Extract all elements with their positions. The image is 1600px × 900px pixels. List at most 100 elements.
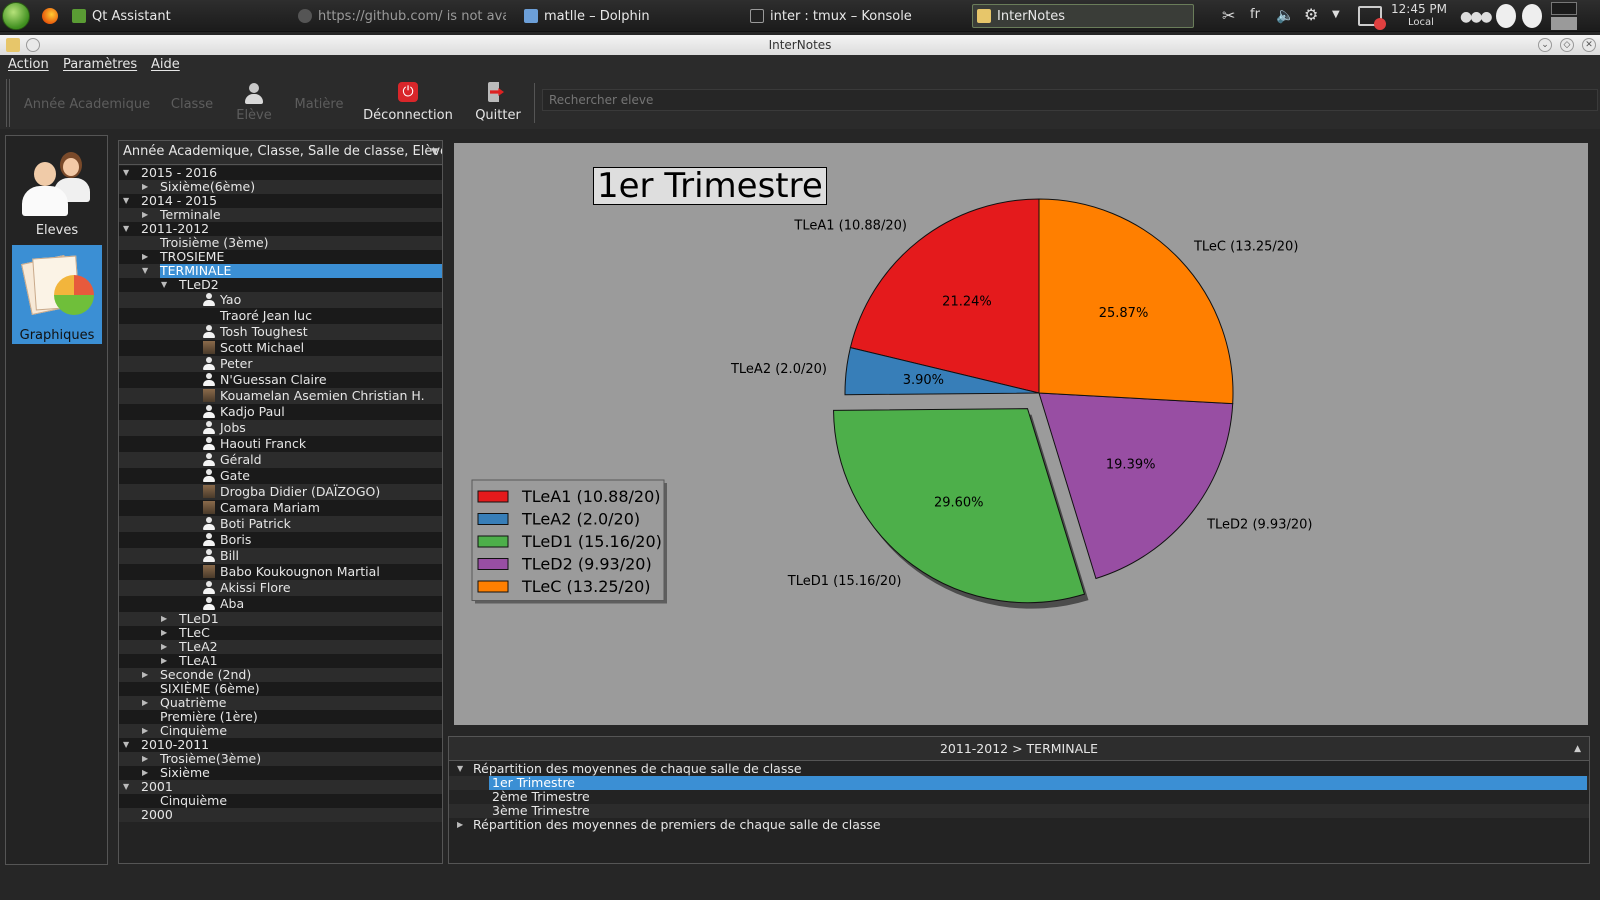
tree-row[interactable]: Scott Michael <box>119 340 442 356</box>
collapsed-arrow-icon[interactable]: ▶ <box>161 626 167 640</box>
menu-aide[interactable]: Aide <box>151 57 180 72</box>
volume-icon[interactable]: 🔈 <box>1276 6 1295 24</box>
chevron-down-icon[interactable]: ▼ <box>1332 9 1340 20</box>
task-github[interactable]: https://github.com/ is not avai <box>298 4 506 28</box>
tree-row[interactable]: ▶ Terminale <box>119 208 442 222</box>
expanded-arrow-icon[interactable]: ▼ <box>123 166 129 180</box>
nav-eleves[interactable]: Eleves <box>12 148 102 240</box>
collapsed-arrow-icon[interactable]: ▶ <box>142 696 148 710</box>
nav-graphiques[interactable]: Graphiques <box>12 245 102 344</box>
window-menu-icon[interactable] <box>6 38 20 52</box>
tree-row[interactable]: Aba <box>119 596 442 612</box>
collapsed-arrow-icon[interactable]: ▶ <box>161 612 167 626</box>
expanded-arrow-icon[interactable]: ▼ <box>123 194 129 208</box>
tree-row[interactable]: Jobs <box>119 420 442 436</box>
eleve-button[interactable]: Elève <box>226 77 282 129</box>
tree-row[interactable]: 2000 <box>119 808 442 822</box>
tree-row[interactable]: Boti Patrick <box>119 516 442 532</box>
tree-row[interactable]: Gérald <box>119 452 442 468</box>
collapsed-arrow-icon[interactable]: ▶ <box>142 724 148 738</box>
desktop-1[interactable] <box>1551 2 1577 15</box>
tree-row[interactable]: ▶ Quatrième <box>119 696 442 710</box>
app-launcher-icon[interactable] <box>2 2 30 30</box>
pin-icon[interactable] <box>26 38 40 52</box>
tree-row[interactable]: ▼ 2014 - 2015 <box>119 194 442 208</box>
close-icon[interactable]: ✕ <box>1582 38 1596 52</box>
tree-row[interactable]: Camara Mariam <box>119 500 442 516</box>
tree-row[interactable]: Kouamelan Asemien Christian H. <box>119 388 442 404</box>
tree-row[interactable]: N'Guessan Claire <box>119 372 442 388</box>
tree-row[interactable]: Première (1ère) <box>119 710 442 724</box>
tree-row[interactable]: Cinquième <box>119 794 442 808</box>
tree-row[interactable]: ▶ Sixième <box>119 766 442 780</box>
expanded-arrow-icon[interactable]: ▼ <box>161 278 167 292</box>
toggle-icon[interactable] <box>1496 4 1516 28</box>
tree-row[interactable]: SIXIÈME (6ème) <box>119 682 442 696</box>
tree-row[interactable]: Haouti Franck <box>119 436 442 452</box>
desktop-pager[interactable] <box>1551 2 1577 30</box>
deconnexion-button[interactable]: ⏻ Déconnection <box>356 77 460 129</box>
tree-row[interactable]: Akissi Flore <box>119 580 442 596</box>
task-qt-assistant[interactable]: Qt Assistant <box>72 4 282 28</box>
annee-academique-button[interactable]: Année Academique <box>20 77 154 129</box>
tree-row[interactable]: ▶ Sixième(6ème) <box>119 180 442 194</box>
menu-parametres[interactable]: Paramètres <box>63 57 137 72</box>
tree-row[interactable]: Gate <box>119 468 442 484</box>
tree-row[interactable]: ▶ Seconde (2nd) <box>119 668 442 682</box>
tree-row[interactable]: ▼ 2010-2011 <box>119 738 442 752</box>
tree-row[interactable]: ▶ Cinquième <box>119 724 442 738</box>
tree-row[interactable]: Kadjo Paul <box>119 404 442 420</box>
firefox-icon[interactable] <box>42 8 58 24</box>
tree-row[interactable]: ▶ Trosième(3ème) <box>119 752 442 766</box>
keyboard-layout-indicator[interactable]: fr <box>1250 7 1260 22</box>
graph-group-repartition-moyennes[interactable]: ▼ Répartition des moyennes de chaque sal… <box>449 762 1589 776</box>
network-icon[interactable]: ✂ <box>1222 6 1235 25</box>
collapsed-arrow-icon[interactable]: ▶ <box>142 180 148 194</box>
graph-item-2eme-trimestre[interactable]: 2ème Trimestre <box>449 790 1589 804</box>
classe-button[interactable]: Classe <box>164 77 220 129</box>
tree-row[interactable]: ▼ TERMINALE <box>119 264 442 278</box>
tree-row[interactable]: ▶ TLeD1 <box>119 612 442 626</box>
collapsed-arrow-icon[interactable]: ▶ <box>142 208 148 222</box>
collapsed-arrow-icon[interactable]: ▶ <box>142 668 148 682</box>
tree-row[interactable]: ▶ TLeA1 <box>119 654 442 668</box>
tree-row[interactable]: ▶ TLeA2 <box>119 640 442 654</box>
clock-time[interactable]: 12:45 PM <box>1391 2 1447 16</box>
toolbar-handle[interactable] <box>6 79 10 127</box>
tree-row[interactable]: ▼ 2011-2012 <box>119 222 442 236</box>
desktop-2[interactable] <box>1551 17 1577 30</box>
quitter-button[interactable]: Quitter <box>466 77 530 129</box>
expanded-arrow-icon[interactable]: ▼ <box>123 738 129 752</box>
collapsed-arrow-icon[interactable]: ▶ <box>142 752 148 766</box>
tree-row[interactable]: ▼ 2015 - 2016 <box>119 166 442 180</box>
collapsed-arrow-icon[interactable]: ▶ <box>142 250 148 264</box>
graph-item-3eme-trimestre[interactable]: 3ème Trimestre <box>449 804 1589 818</box>
tree-row[interactable]: Bill <box>119 548 442 564</box>
graph-list-header[interactable]: 2011-2012 > TERMINALE ▲ <box>449 737 1589 761</box>
tree-row[interactable]: ▶ TLeC <box>119 626 442 640</box>
task-internotes[interactable]: InterNotes <box>972 4 1194 28</box>
search-input[interactable] <box>542 89 1598 111</box>
tree-row[interactable]: Peter <box>119 356 442 372</box>
battery-icon[interactable] <box>1358 6 1386 30</box>
expanded-arrow-icon[interactable]: ▼ <box>123 780 129 794</box>
tree-row[interactable]: Tosh Toughest <box>119 324 442 340</box>
tree-row[interactable]: Troisième (3ème) <box>119 236 442 250</box>
matiere-button[interactable]: Matière <box>288 77 350 129</box>
minimize-icon[interactable]: ⌄ <box>1538 38 1552 52</box>
tree-row[interactable]: Drogba Didier (DAÏZOGO) <box>119 484 442 500</box>
maximize-icon[interactable]: ◇ <box>1560 38 1574 52</box>
graph-group-repartition-premiers[interactable]: ▶ Répartition des moyennes de premiers d… <box>449 818 1589 832</box>
tree-row[interactable]: ▼ TLeD2 <box>119 278 442 292</box>
collapsed-arrow-icon[interactable]: ▶ <box>161 640 167 654</box>
tree-row[interactable]: ▶ TROSIEME <box>119 250 442 264</box>
activity-dots-icon[interactable]: ●●● <box>1460 9 1493 25</box>
tree-row[interactable]: ▼ 2001 <box>119 780 442 794</box>
expanded-arrow-icon[interactable]: ▼ <box>123 222 129 236</box>
menu-action[interactable]: Action <box>8 57 49 72</box>
expanded-arrow-icon[interactable]: ▼ <box>142 264 148 278</box>
toggle-icon[interactable] <box>1522 4 1542 28</box>
settings-icon[interactable]: ⚙ <box>1304 5 1318 24</box>
graph-item-1er-trimestre[interactable]: 1er Trimestre <box>449 776 1589 790</box>
tree-row[interactable]: Yao <box>119 292 442 308</box>
